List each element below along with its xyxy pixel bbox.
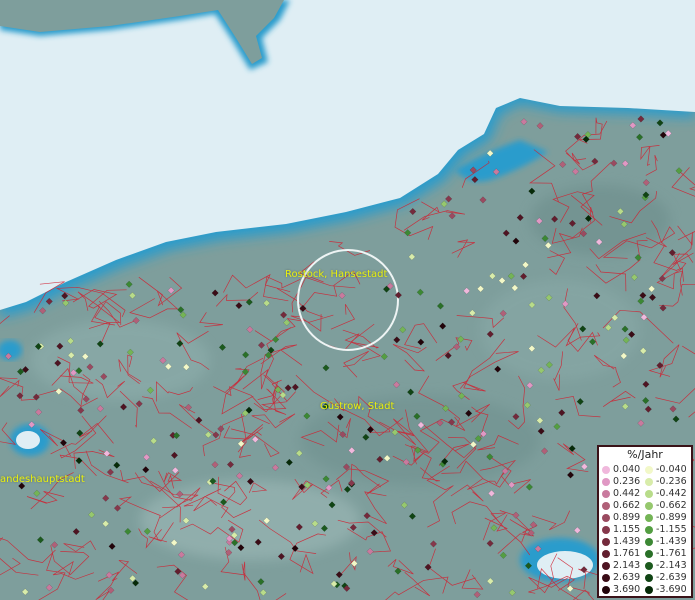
legend-value-positive: 0.442 xyxy=(613,488,641,499)
legend-value-negative: -2.143 xyxy=(656,560,687,571)
legend-row: 1.439 -1.439 xyxy=(602,536,692,548)
label-schwerin: andeshauptstadt xyxy=(0,474,85,485)
legend-swatch-negative xyxy=(645,586,653,594)
legend-row: 0.442 -0.442 xyxy=(602,488,692,500)
legend-swatch-negative xyxy=(645,526,653,534)
legend-value-positive: 0.040 xyxy=(613,464,641,475)
legend-row: 0.899 -0.899 xyxy=(602,512,692,524)
legend-row: 0.040 -0.040 xyxy=(602,464,692,476)
legend-swatch-positive xyxy=(602,514,610,522)
legend-swatch-negative xyxy=(645,514,653,522)
legend-swatch-positive xyxy=(602,538,610,546)
legend-title: %/Jahr xyxy=(627,448,663,461)
legend-value-positive: 0.236 xyxy=(613,476,641,487)
legend-value-positive: 2.143 xyxy=(613,560,641,571)
map-view[interactable]: Rostock, Hansestadt Güstrow, Stadt andes… xyxy=(0,0,695,600)
legend-value-negative: -3.690 xyxy=(656,584,687,595)
legend-swatch-positive xyxy=(602,562,610,570)
legend-value-negative: -0.236 xyxy=(656,476,687,487)
legend-value-positive: 1.155 xyxy=(613,524,641,535)
legend-value-positive: 3.690 xyxy=(613,584,641,595)
legend-value-positive: 0.662 xyxy=(613,500,641,511)
legend-value-positive: 1.761 xyxy=(613,548,641,559)
legend-swatch-negative xyxy=(645,574,653,582)
legend-value-positive: 1.439 xyxy=(613,536,641,547)
label-guestrow: Güstrow, Stadt xyxy=(320,401,395,412)
legend-swatch-negative xyxy=(645,538,653,546)
legend-swatch-positive xyxy=(602,586,610,594)
legend-value-negative: -1.761 xyxy=(656,548,687,559)
legend-row: 2.639 -2.639 xyxy=(602,572,692,584)
legend-swatch-positive xyxy=(602,502,610,510)
legend-swatch-negative xyxy=(645,478,653,486)
legend-swatch-positive xyxy=(602,526,610,534)
legend-value-negative: -0.442 xyxy=(656,488,687,499)
legend-swatch-negative xyxy=(645,562,653,570)
legend-row: 0.662 -0.662 xyxy=(602,500,692,512)
map-canvas[interactable] xyxy=(0,0,695,600)
legend-swatch-positive xyxy=(602,550,610,558)
legend-row: 0.236 -0.236 xyxy=(602,476,692,488)
legend-swatch-positive xyxy=(602,466,610,474)
legend-row: 1.761 -1.761 xyxy=(602,548,692,560)
legend-row: 2.143 -2.143 xyxy=(602,560,692,572)
legend-value-negative: -0.662 xyxy=(656,500,687,511)
legend-swatch-positive xyxy=(602,478,610,486)
legend: %/Jahr 0.040 -0.040 0.236 -0.236 0.442 -0.442… xyxy=(597,445,693,598)
legend-swatch-negative xyxy=(645,502,653,510)
legend-swatch-negative xyxy=(645,550,653,558)
legend-value-positive: 0.899 xyxy=(613,512,641,523)
legend-swatch-negative xyxy=(645,490,653,498)
legend-value-negative: -0.040 xyxy=(656,464,687,475)
legend-value-positive: 2.639 xyxy=(613,572,641,583)
legend-value-negative: -2.639 xyxy=(656,572,687,583)
legend-value-negative: -0.899 xyxy=(656,512,687,523)
legend-swatch-negative xyxy=(645,466,653,474)
label-rostock: Rostock, Hansestadt xyxy=(285,269,388,280)
legend-value-negative: -1.439 xyxy=(656,536,687,547)
legend-row: 1.155 -1.155 xyxy=(602,524,692,536)
legend-value-negative: -1.155 xyxy=(656,524,687,535)
legend-row: 3.690 -3.690 xyxy=(602,584,692,596)
legend-swatch-positive xyxy=(602,490,610,498)
legend-swatch-positive xyxy=(602,574,610,582)
